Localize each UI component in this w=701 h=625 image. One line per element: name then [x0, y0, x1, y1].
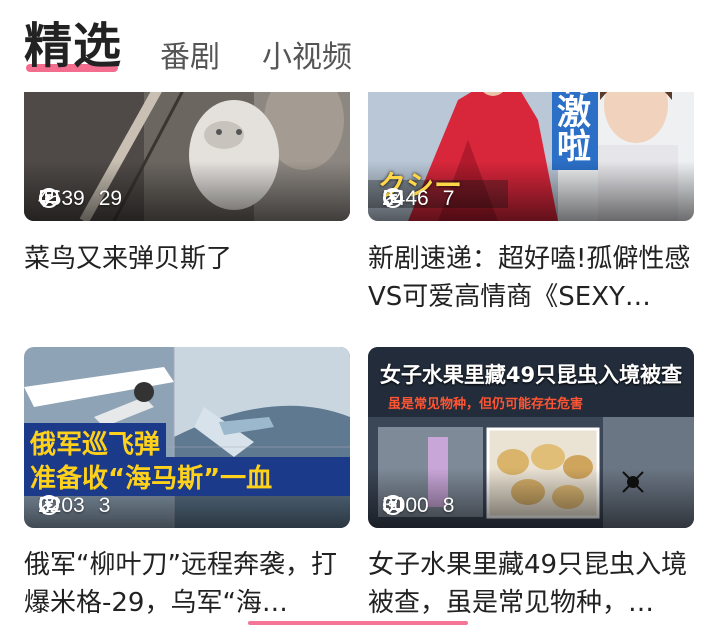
video-thumbnail[interactable]: 女子水果里藏49只昆虫入境被查 虽是常见物种，但仍可能存在危害 3000 8 [368, 347, 694, 528]
comment-count: 29 [98, 187, 123, 210]
comment-bubble-icon [40, 497, 58, 514]
overlay-subheadline: 虽是常见物种，但仍可能存在危害 [388, 397, 584, 412]
video-stats: 3000 8 [382, 494, 468, 518]
overlay-caption-line2: 准备收“海马斯”一血 [24, 457, 350, 496]
video-stats: 2446 7 [382, 187, 468, 211]
video-stats: 4539 29 [38, 187, 136, 211]
tab-anime-label: 番剧 [160, 40, 220, 75]
video-title[interactable]: 女子水果里藏49只昆虫入境被查，虽是常见物种，… [368, 546, 694, 622]
video-stats: 2203 3 [38, 494, 124, 518]
overlay-char: 激 [557, 93, 591, 133]
scroll-indicator [248, 621, 468, 625]
comment-bubble-icon [384, 497, 402, 514]
video-title[interactable]: 菜鸟又来弹贝斯了 [24, 240, 350, 278]
comment-count: 7 [442, 187, 455, 210]
video-thumbnail[interactable]: 俄军巡飞弹 准备收“海马斯”一血 2203 3 [24, 347, 350, 528]
comment-bubble-icon [40, 190, 58, 207]
comment-count: 8 [442, 494, 455, 517]
tab-featured-label: 精选 [24, 18, 123, 74]
tab-short-videos-label: 小视频 [262, 40, 352, 75]
top-tab-bar: 精选 番剧 小视频 [0, 0, 701, 92]
tab-short-videos[interactable]: 小视频 [262, 38, 352, 78]
tab-featured[interactable]: 精选 [24, 14, 122, 78]
comment-count: 3 [98, 494, 111, 517]
tab-anime[interactable]: 番剧 [160, 38, 220, 78]
overlay-char: 啦 [557, 127, 591, 167]
video-title[interactable]: 俄军“柳叶刀”远程奔袭，打爆米格-29，乌军“海… [24, 546, 350, 622]
comment-bubble-icon [384, 190, 402, 207]
video-title[interactable]: 新剧速递：超好嗑!孤僻性感VS可爱高情商《SEXY… [368, 240, 694, 316]
overlay-headline: 女子水果里藏49只昆虫入境被查 [379, 363, 683, 387]
